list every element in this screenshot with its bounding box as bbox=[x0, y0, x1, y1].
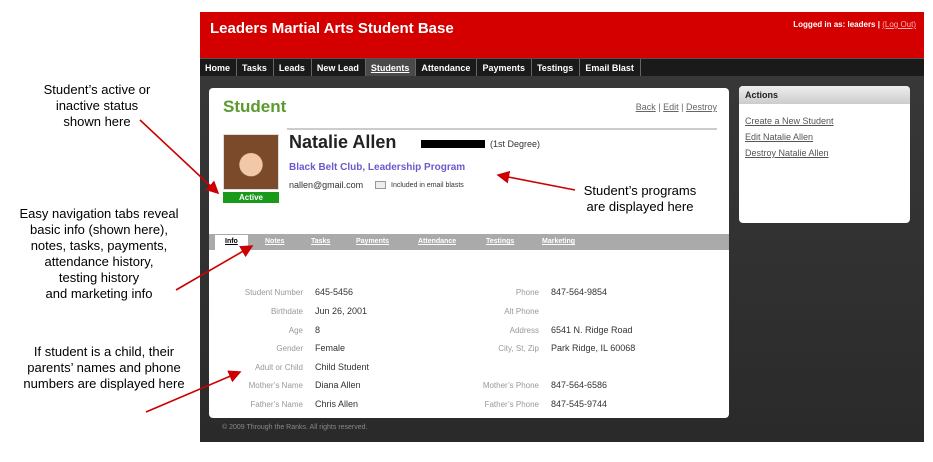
programs-annotation: Student’s programs are displayed here bbox=[583, 183, 697, 214]
nav-email-blast[interactable]: Email Blast bbox=[580, 59, 641, 76]
field-label: Gender bbox=[276, 344, 303, 353]
field-value: Chris Allen bbox=[315, 399, 359, 409]
edit-student-link[interactable]: Edit Natalie Allen bbox=[745, 132, 910, 142]
nav-payments[interactable]: Payments bbox=[477, 59, 532, 76]
tab-attendance[interactable]: Attendance bbox=[418, 238, 456, 245]
nav-tasks[interactable]: Tasks bbox=[237, 59, 274, 76]
field-label: Phone bbox=[515, 288, 539, 297]
tab-info[interactable]: Info bbox=[215, 235, 248, 250]
status-annotation: Student’s active or inactive status show… bbox=[43, 82, 151, 129]
logout-link[interactable]: (Log Out) bbox=[882, 20, 916, 29]
create-student-link[interactable]: Create a New Student bbox=[745, 116, 910, 126]
actions-panel: Actions Create a New Student Edit Natali… bbox=[739, 86, 910, 223]
destroy-student-link[interactable]: Destroy Natalie Allen bbox=[745, 148, 910, 158]
field-value: Jun 26, 2001 bbox=[315, 306, 368, 316]
student-tabs: Info Notes Tasks Payments Attendance Tes… bbox=[209, 234, 729, 250]
login-status: Logged in as: leaders | (Log Out) bbox=[793, 20, 916, 29]
destroy-link[interactable]: Destroy bbox=[686, 102, 717, 112]
field-label: Father’s Name bbox=[250, 400, 303, 409]
edit-link[interactable]: Edit bbox=[663, 102, 679, 112]
status-badge: Active bbox=[223, 192, 279, 203]
email-blast-note: Included in email blasts bbox=[391, 182, 464, 189]
link-separator: | bbox=[658, 102, 661, 112]
field-value: 847-545-9744 bbox=[551, 399, 608, 409]
main-nav: Home Tasks Leads New Lead Students Atten… bbox=[200, 58, 924, 76]
back-link[interactable]: Back bbox=[636, 102, 656, 112]
field-value: 645-5456 bbox=[315, 287, 354, 297]
field-value: 8 bbox=[315, 325, 321, 335]
field-label: Father’s Phone bbox=[484, 400, 539, 409]
tab-payments[interactable]: Payments bbox=[356, 238, 389, 245]
field-value: 847-564-6586 bbox=[551, 380, 608, 390]
nav-students[interactable]: Students bbox=[365, 59, 417, 76]
student-email: nallen@gmail.com bbox=[289, 180, 364, 190]
nav-home[interactable]: Home bbox=[200, 59, 238, 76]
field-value: Female bbox=[315, 343, 346, 353]
field-label: Mother’s Phone bbox=[482, 381, 539, 390]
field-value: Park Ridge, IL 60068 bbox=[551, 343, 636, 353]
login-text: Logged in as: leaders | bbox=[793, 20, 880, 29]
field-label: City, St, Zip bbox=[498, 344, 539, 353]
tab-notes[interactable]: Notes bbox=[265, 238, 284, 245]
app-window: Leaders Martial Arts Student Base Logged… bbox=[200, 12, 924, 442]
card-links: Back | Edit | Destroy bbox=[636, 102, 717, 112]
nav-attendance[interactable]: Attendance bbox=[416, 59, 478, 76]
tab-tasks[interactable]: Tasks bbox=[311, 238, 330, 245]
field-value: Child Student bbox=[315, 362, 370, 372]
field-label: Alt Phone bbox=[504, 307, 539, 316]
nav-new-lead[interactable]: New Lead bbox=[312, 59, 366, 76]
field-value: 847-564-9854 bbox=[551, 287, 608, 297]
parents-annotation: If student is a child, their parents’ na… bbox=[23, 344, 185, 391]
student-programs[interactable]: Black Belt Club, Leadership Program bbox=[289, 162, 465, 173]
field-label: Age bbox=[288, 326, 303, 335]
actions-title: Actions bbox=[739, 86, 910, 104]
envelope-icon bbox=[375, 181, 386, 189]
student-card: Student Back | Edit | Destroy Active Nat… bbox=[209, 88, 729, 418]
field-value: 6541 N. Ridge Road bbox=[551, 325, 633, 335]
tab-testings[interactable]: Testings bbox=[486, 238, 514, 245]
field-label: Adult or Child bbox=[254, 363, 303, 372]
nav-testings[interactable]: Testings bbox=[532, 59, 581, 76]
screenshot-stage: Student’s active or inactive status show… bbox=[0, 0, 933, 462]
copyright: © 2009 Through the Ranks. All rights res… bbox=[222, 424, 368, 431]
app-title: Leaders Martial Arts Student Base bbox=[210, 20, 454, 37]
field-label: Birthdate bbox=[270, 307, 303, 316]
student-name: Natalie Allen bbox=[289, 132, 397, 152]
field-label: Mother’s Name bbox=[248, 381, 303, 390]
link-separator: | bbox=[681, 102, 684, 112]
student-degree: (1st Degree) bbox=[490, 139, 541, 149]
field-value: Diana Allen bbox=[315, 380, 361, 390]
redaction-bar bbox=[421, 140, 485, 148]
title-divider bbox=[287, 128, 717, 130]
page-title: Student bbox=[223, 97, 287, 116]
tabs-annotation: Easy navigation tabs reveal basic info (… bbox=[19, 206, 179, 301]
field-label: Student Number bbox=[244, 288, 303, 297]
nav-leads[interactable]: Leads bbox=[274, 59, 312, 76]
tab-marketing[interactable]: Marketing bbox=[542, 238, 575, 245]
app-header: Leaders Martial Arts Student Base Logged… bbox=[200, 12, 924, 58]
student-photo bbox=[223, 134, 279, 190]
field-label: Address bbox=[509, 326, 539, 335]
